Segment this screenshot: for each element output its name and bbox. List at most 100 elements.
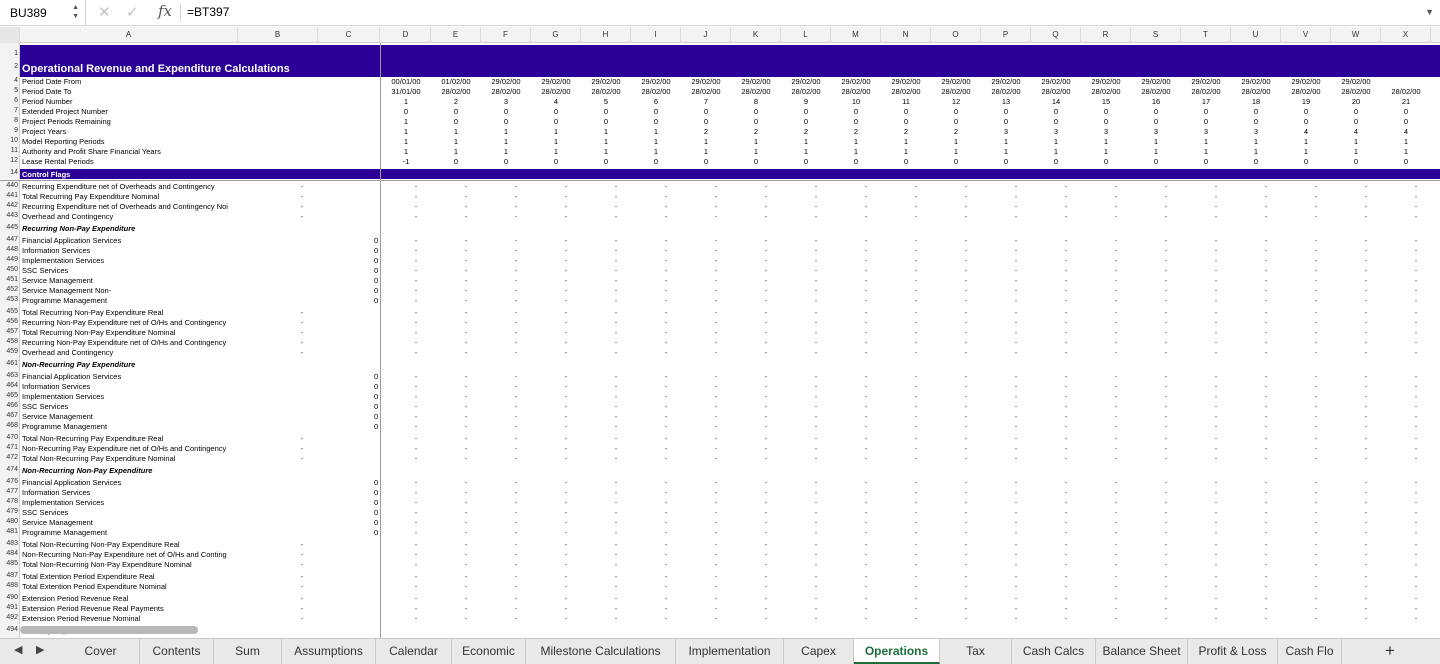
dash-cell[interactable]: - [544,256,588,265]
value-cell[interactable]: 2 [434,97,478,106]
dash-cell[interactable]: - [444,594,488,603]
dash-cell[interactable]: - [744,382,788,391]
dash-cell[interactable]: - [1044,328,1088,337]
dash-cell[interactable]: - [394,338,438,347]
dash-cell[interactable]: - [744,550,788,559]
dash-cell[interactable]: - [544,338,588,347]
dash-cell[interactable]: - [894,212,938,221]
dash-cell[interactable]: - [494,392,538,401]
dash-cell[interactable]: - [394,560,438,569]
value-cell[interactable]: 0 [434,107,478,116]
dash-cell[interactable]: - [494,402,538,411]
dash-cell[interactable]: - [1194,604,1238,613]
dash-cell[interactable]: - [994,422,1038,431]
section-header[interactable]: Non-Recurring Non-Pay Expenditure [22,466,382,475]
dash-cell[interactable]: - [694,528,738,537]
dash-cell[interactable]: - [1044,498,1088,507]
dash-cell[interactable]: - [594,508,638,517]
column-header[interactable]: N [881,27,931,43]
column-header[interactable]: T [1181,27,1231,43]
value-cell[interactable]: 1 [684,137,728,146]
dash-cell[interactable]: - [544,444,588,453]
value-cell[interactable]: 0 [484,107,528,116]
dash-cell[interactable]: - [1094,498,1138,507]
dash-cell[interactable]: - [894,236,938,245]
value-cell[interactable]: 0 [634,157,678,166]
value-cell[interactable]: 0 [934,157,978,166]
dash-cell[interactable]: - [694,422,738,431]
dash-cell[interactable]: - [1244,614,1288,623]
dash-cell[interactable]: - [594,286,638,295]
column-header[interactable]: D [381,27,431,43]
dash-cell[interactable]: - [1394,518,1438,527]
dash-cell[interactable]: - [844,402,888,411]
dash-cell[interactable]: - [1044,604,1088,613]
dash-cell[interactable]: - [1294,540,1338,549]
dash-cell[interactable]: - [594,202,638,211]
dash-cell[interactable]: - [894,382,938,391]
value-cell[interactable]: 0 [434,117,478,126]
value-cell[interactable]: 4 [1334,127,1378,136]
dash-cell[interactable]: - [280,328,324,337]
value-cell[interactable]: 0 [1184,117,1228,126]
dash-cell[interactable]: - [594,338,638,347]
value-cell[interactable]: 0 [684,117,728,126]
dash-cell[interactable]: - [1144,192,1188,201]
dash-cell[interactable]: - [894,604,938,613]
dash-cell[interactable]: - [694,296,738,305]
dash-cell[interactable]: - [744,412,788,421]
dash-cell[interactable]: - [1394,192,1438,201]
dash-cell[interactable]: - [1344,508,1388,517]
row-label[interactable]: Total Non-Recurring Non-Pay Expenditure … [22,560,238,569]
dash-cell[interactable]: - [1244,434,1288,443]
value-cell[interactable]: 1 [1084,137,1128,146]
dash-cell[interactable]: - [1394,508,1438,517]
dash-cell[interactable]: - [694,444,738,453]
dash-cell[interactable]: - [394,422,438,431]
value-cell[interactable]: 21 [1384,97,1428,106]
dash-cell[interactable]: - [1094,454,1138,463]
value-cell[interactable]: 1 [784,147,828,156]
dash-cell[interactable]: - [844,256,888,265]
row-label[interactable]: Information Services [22,382,238,391]
dash-cell[interactable]: - [794,550,838,559]
dash-cell[interactable]: - [794,276,838,285]
dash-cell[interactable]: - [1244,348,1288,357]
dash-cell[interactable]: - [594,308,638,317]
dash-cell[interactable]: - [744,192,788,201]
value-cell[interactable]: 1 [884,147,928,156]
dash-cell[interactable]: - [944,540,988,549]
dash-cell[interactable]: - [1044,478,1088,487]
dash-cell[interactable]: - [494,412,538,421]
dash-cell[interactable]: - [394,348,438,357]
dash-cell[interactable]: - [1144,348,1188,357]
dash-cell[interactable]: - [1244,498,1288,507]
dash-cell[interactable]: - [1394,402,1438,411]
dash-cell[interactable]: - [544,328,588,337]
value-cell[interactable]: 0 [984,107,1028,116]
dash-cell[interactable]: - [594,412,638,421]
dash-cell[interactable]: - [644,582,688,591]
dash-cell[interactable]: - [894,348,938,357]
dash-cell[interactable]: - [644,614,688,623]
column-header[interactable]: H [581,27,631,43]
dash-cell[interactable]: - [1344,318,1388,327]
dash-cell[interactable]: - [1144,582,1188,591]
dash-cell[interactable]: - [280,348,324,357]
dash-cell[interactable]: - [444,454,488,463]
dash-cell[interactable]: - [694,266,738,275]
dash-cell[interactable]: - [594,478,638,487]
row-label[interactable]: Total Extention Period Expenditure Nomin… [22,582,238,591]
dash-cell[interactable]: - [1244,572,1288,581]
sheet-tab-contents[interactable]: Contents [140,639,214,664]
dash-cell[interactable]: - [544,550,588,559]
value-cell[interactable]: 1 [1134,147,1178,156]
dash-cell[interactable]: - [694,392,738,401]
dash-cell[interactable]: - [1194,236,1238,245]
dash-cell[interactable]: - [594,528,638,537]
dash-cell[interactable]: - [794,202,838,211]
dash-cell[interactable]: - [394,488,438,497]
value-cell[interactable]: 1 [1234,137,1278,146]
dash-cell[interactable]: - [994,318,1038,327]
dash-cell[interactable]: - [1194,572,1238,581]
